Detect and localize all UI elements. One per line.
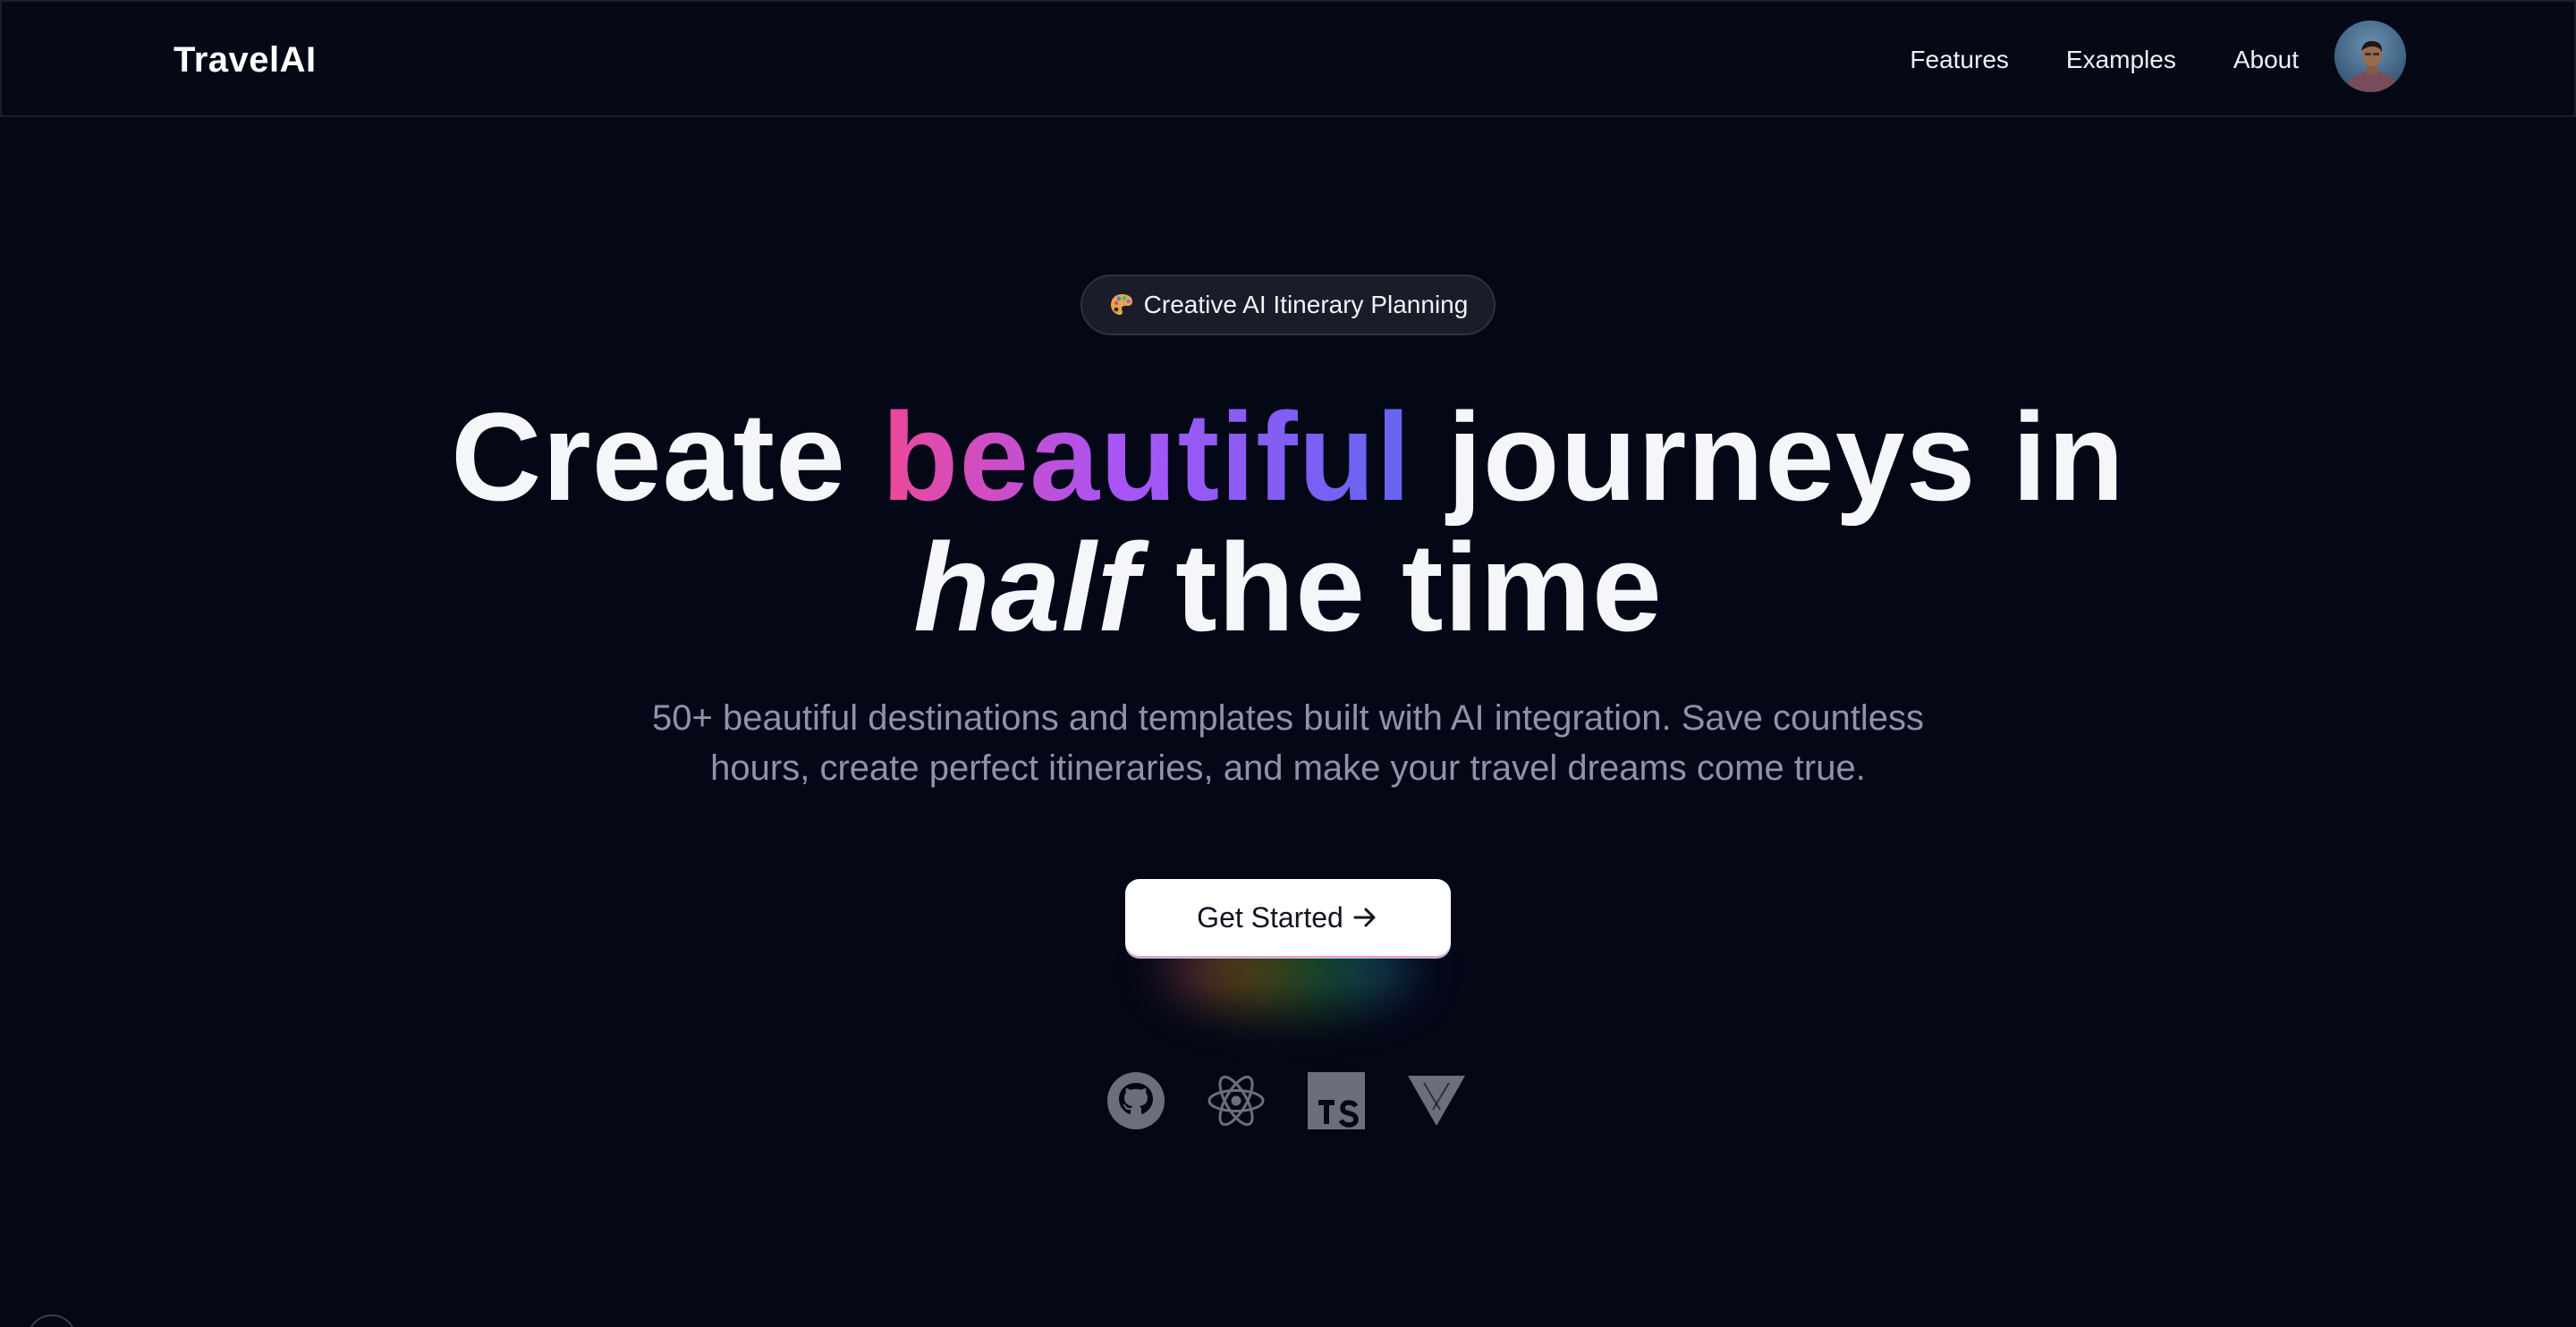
user-avatar[interactable] xyxy=(2334,21,2406,92)
nav-link-about[interactable]: About xyxy=(2233,43,2299,77)
get-started-button[interactable]: Get Started xyxy=(1125,879,1451,956)
arrow-right-icon xyxy=(1353,908,1376,927)
tech-stack-icons xyxy=(1106,1070,1467,1131)
get-started-label: Get Started xyxy=(1197,900,1343,934)
headline-line-2: half the time xyxy=(0,522,2576,653)
avatar-portrait-icon xyxy=(2334,21,2406,92)
headline-italic: half xyxy=(913,517,1140,657)
hero-subtitle: 50+ beautiful destinations and templates… xyxy=(651,698,1924,788)
headline-highlight: beautiful xyxy=(881,386,1412,527)
nav-links: Features Examples About xyxy=(1910,43,2299,77)
headline-line-1: Create beautiful journeys in xyxy=(0,392,2576,522)
react-icon[interactable] xyxy=(1206,1070,1267,1131)
badge-label: Creative AI Itinerary Planning xyxy=(1143,291,1469,318)
brand-logo[interactable]: TravelAI xyxy=(174,38,317,82)
hero-headline: Create beautiful journeys in half the ti… xyxy=(0,392,2576,653)
nav-link-examples[interactable]: Examples xyxy=(2066,43,2176,77)
headline-part-1: Create xyxy=(451,386,882,527)
palette-icon xyxy=(1110,294,1132,315)
page: TravelAI Features Examples About Creativ… xyxy=(0,0,2576,1327)
vercel-icon[interactable] xyxy=(1406,1070,1467,1131)
corner-toggle-button[interactable] xyxy=(27,1314,77,1327)
typescript-icon[interactable] xyxy=(1306,1070,1367,1131)
headline-part-2: journeys in xyxy=(1411,386,2125,527)
feature-badge: Creative AI Itinerary Planning xyxy=(1080,275,1496,335)
github-icon[interactable] xyxy=(1106,1070,1166,1131)
headline-part-3: the time xyxy=(1140,517,1663,657)
top-navbar: TravelAI Features Examples About xyxy=(0,0,2576,117)
nav-link-features[interactable]: Features xyxy=(1910,43,2009,77)
